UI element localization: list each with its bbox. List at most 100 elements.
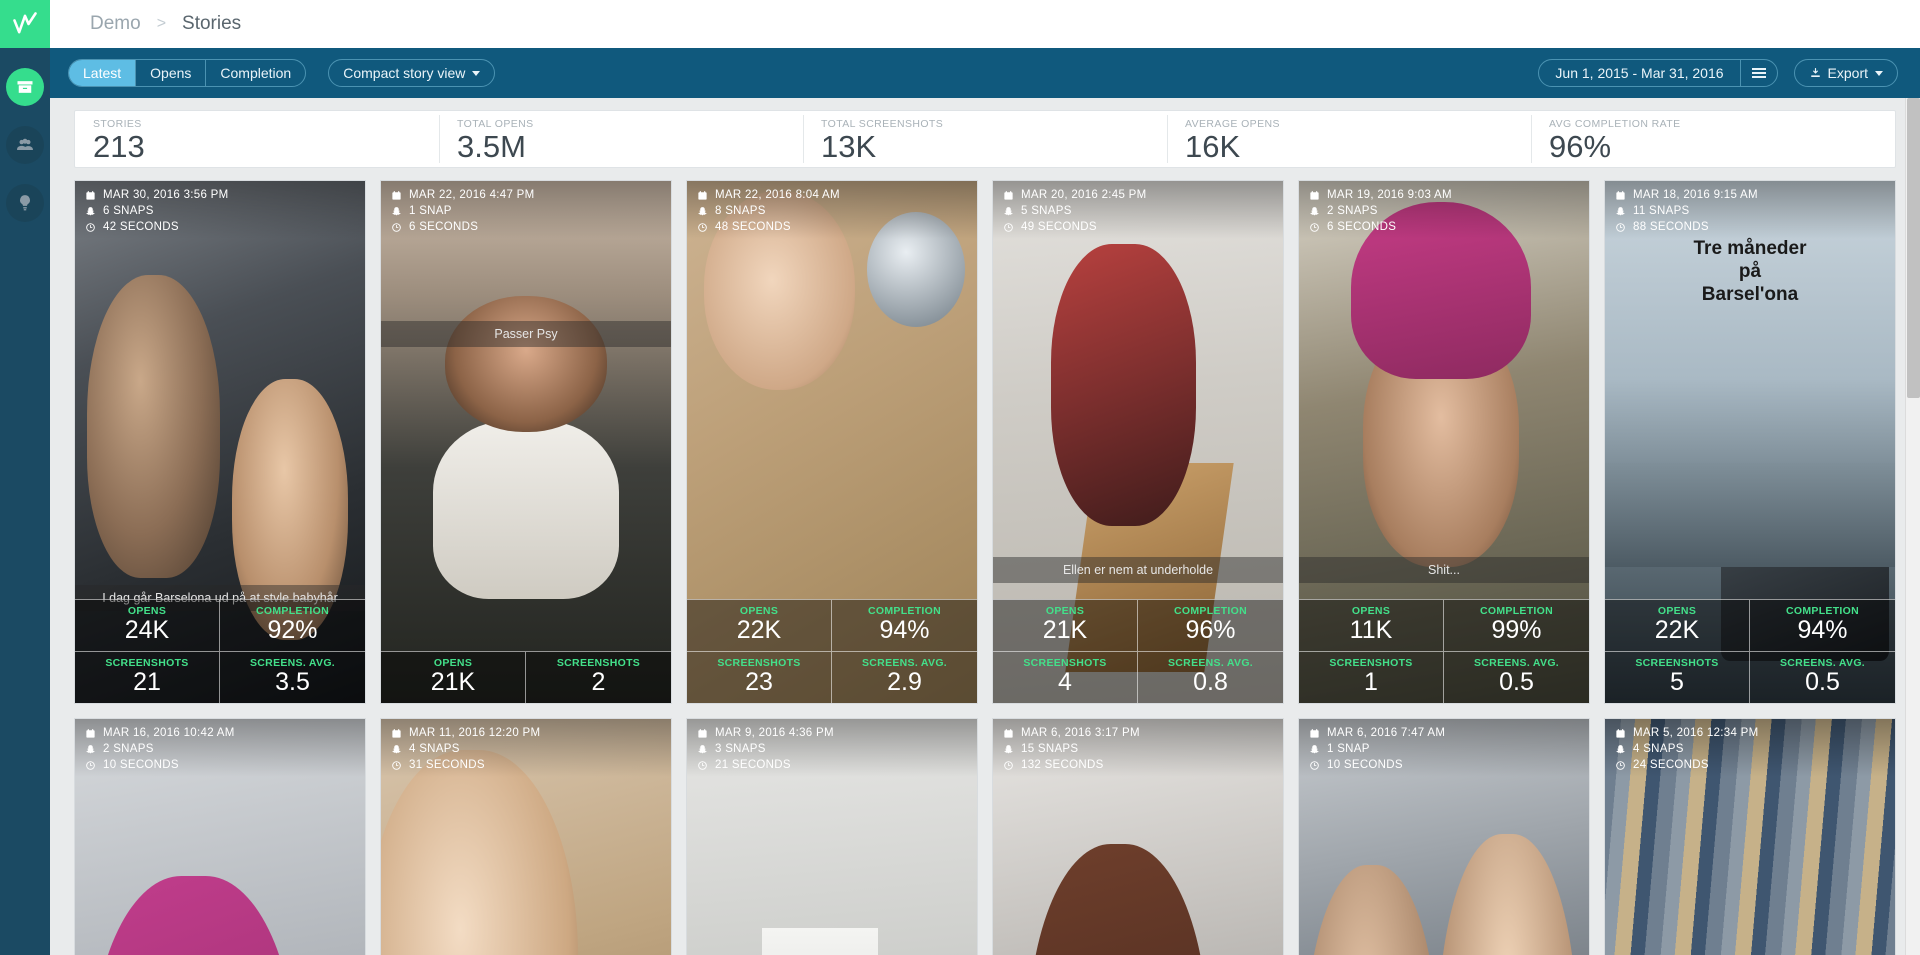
story-duration: 10 SECONDS [1327, 759, 1403, 771]
sidebar-item-archive[interactable] [6, 68, 44, 106]
clock-icon [698, 222, 707, 232]
summary-stat-value: 16K [1185, 129, 1241, 164]
calendar-icon [1616, 728, 1625, 738]
snapchat-ghost-icon [1310, 206, 1319, 215]
story-meta: MAR 9, 2016 4:36 PM 3 SNAPS 21 SECONDS [687, 719, 977, 777]
story-duration: 42 SECONDS [103, 221, 179, 233]
story-date-row: MAR 9, 2016 4:36 PM [697, 727, 967, 739]
story-card[interactable]: MAR 6, 2016 7:47 AM 1 SNAP 10 SECONDS [1298, 718, 1590, 955]
story-snaps: 3 SNAPS [715, 743, 766, 755]
story-stat-value: 22K [736, 616, 782, 644]
tab-completion[interactable]: Completion [206, 60, 305, 86]
story-meta: MAR 6, 2016 3:17 PM 15 SNAPS 132 SECONDS [993, 719, 1283, 777]
story-stat-value: 22K [1654, 616, 1700, 644]
story-duration: 10 SECONDS [103, 759, 179, 771]
story-stat-completion: COMPLETION 99% [1444, 599, 1589, 651]
vertical-scrollbar[interactable] [1905, 98, 1920, 955]
story-snaps-row: 2 SNAPS [85, 743, 355, 755]
summary-stat-value: 96% [1549, 129, 1612, 164]
story-stat-screenshots: SCREENSHOTS 2 [526, 651, 671, 703]
date-range-label[interactable]: Jun 1, 2015 - Mar 31, 2016 [1539, 65, 1739, 81]
story-meta: MAR 19, 2016 9:03 AM 2 SNAPS 6 SECONDS [1299, 181, 1589, 239]
story-duration: 88 SECONDS [1633, 221, 1709, 233]
export-button[interactable]: Export [1793, 59, 1898, 87]
story-stats: OPENS 21K SCREENSHOTS 2 [381, 651, 671, 703]
story-stat-screenshots: SCREENSHOTS 4 [993, 651, 1138, 703]
story-stat-value: 21K [430, 668, 476, 696]
story-card[interactable]: MAR 19, 2016 9:03 AM 2 SNAPS 6 SECONDS Shit… [1298, 180, 1590, 704]
download-icon [1809, 67, 1822, 80]
story-duration: 31 SECONDS [409, 759, 485, 771]
story-stat-opens: OPENS 24K [75, 599, 220, 651]
story-date: MAR 9, 2016 4:36 PM [715, 727, 834, 739]
snapchat-ghost-icon [86, 744, 95, 753]
story-card[interactable]: MAR 22, 2016 4:47 PM 1 SNAP 6 SECONDS Passe… [380, 180, 672, 704]
clock-icon [86, 760, 95, 770]
summary-stat-value: 213 [93, 129, 145, 164]
story-stat-screenshots: SCREENSHOTS 1 [1299, 651, 1444, 703]
story-card[interactable]: MAR 16, 2016 10:42 AM 2 SNAPS 10 SECONDS [74, 718, 366, 955]
story-stat-screens-avg: SCREENS. AVG. 0.5 [1750, 651, 1895, 703]
story-stat-opens: OPENS 21K [993, 599, 1138, 651]
story-card[interactable]: MAR 9, 2016 4:36 PM 3 SNAPS 21 SECONDS [686, 718, 978, 955]
story-date-row: MAR 5, 2016 12:34 PM [1615, 727, 1885, 739]
story-duration: 49 SECONDS [1021, 221, 1097, 233]
story-stat-value: 21 [133, 668, 161, 696]
story-stat-screenshots: SCREENSHOTS 5 [1605, 651, 1750, 703]
sidebar [0, 0, 50, 955]
story-card[interactable]: MAR 22, 2016 8:04 AM 8 SNAPS 48 SECONDS OPE… [686, 180, 978, 704]
calendar-icon [698, 728, 707, 738]
story-meta: MAR 22, 2016 8:04 AM 8 SNAPS 48 SECONDS [687, 181, 977, 239]
story-card[interactable]: MAR 20, 2016 2:45 PM 5 SNAPS 49 SECONDS Ell… [992, 180, 1284, 704]
clock-icon [698, 760, 707, 770]
story-snaps-row: 11 SNAPS [1615, 205, 1885, 217]
app-logo[interactable] [0, 0, 50, 48]
story-date-row: MAR 6, 2016 7:47 AM [1309, 727, 1579, 739]
story-card[interactable]: MAR 30, 2016 3:56 PM 6 SNAPS 42 SECONDS I d… [74, 180, 366, 704]
story-card[interactable]: MAR 18, 2016 9:15 AM 11 SNAPS 88 SECONDS Tr… [1604, 180, 1896, 704]
story-date-row: MAR 6, 2016 3:17 PM [1003, 727, 1273, 739]
story-duration-row: 42 SECONDS [85, 221, 355, 233]
story-stat-completion: COMPLETION 96% [1138, 599, 1283, 651]
tab-opens[interactable]: Opens [136, 60, 207, 86]
users-icon [17, 138, 33, 150]
date-range-menu-button[interactable] [1739, 60, 1777, 86]
story-stats: OPENS 11K COMPLETION 99% SCREENSHOTS 1 SCREENS… [1299, 599, 1589, 703]
story-snaps: 11 SNAPS [1633, 205, 1690, 217]
story-caption: Shit... [1299, 557, 1589, 583]
sidebar-item-audience[interactable] [6, 126, 44, 164]
story-caption: Passer Psy [381, 321, 671, 347]
story-date: MAR 18, 2016 9:15 AM [1633, 189, 1758, 201]
story-stats: OPENS 22K COMPLETION 94% SCREENSHOTS 5 SCREENS… [1605, 599, 1895, 703]
story-meta: MAR 20, 2016 2:45 PM 5 SNAPS 49 SECONDS [993, 181, 1283, 239]
story-duration: 132 SECONDS [1021, 759, 1104, 771]
story-snaps: 2 SNAPS [1327, 205, 1378, 217]
story-date: MAR 19, 2016 9:03 AM [1327, 189, 1452, 201]
story-card[interactable]: MAR 5, 2016 12:34 PM 4 SNAPS 24 SECONDS [1604, 718, 1896, 955]
story-snaps: 15 SNAPS [1021, 743, 1079, 755]
snapchat-ghost-icon [1004, 744, 1013, 753]
story-stat-completion: COMPLETION 92% [220, 599, 365, 651]
archive-icon [17, 81, 33, 93]
sidebar-item-insights[interactable] [6, 184, 44, 222]
breadcrumb-parent[interactable]: Demo [90, 13, 141, 35]
story-date: MAR 30, 2016 3:56 PM [103, 189, 229, 201]
story-duration-row: 88 SECONDS [1615, 221, 1885, 233]
view-mode-dropdown[interactable]: Compact story view [328, 59, 496, 87]
story-date-row: MAR 22, 2016 8:04 AM [697, 189, 967, 201]
story-duration-row: 6 SECONDS [391, 221, 661, 233]
story-duration-row: 21 SECONDS [697, 759, 967, 771]
story-stat-value: 21K [1042, 616, 1088, 644]
story-card[interactable]: MAR 6, 2016 3:17 PM 15 SNAPS 132 SECONDS [992, 718, 1284, 955]
snapchat-ghost-icon [1616, 744, 1625, 753]
tab-latest[interactable]: Latest [69, 60, 137, 86]
scrollbar-thumb[interactable] [1907, 98, 1920, 398]
story-stat-value: 99% [1491, 616, 1542, 644]
story-snaps: 2 SNAPS [103, 743, 154, 755]
story-duration: 48 SECONDS [715, 221, 791, 233]
story-card[interactable]: MAR 11, 2016 12:20 PM 4 SNAPS 31 SECONDS [380, 718, 672, 955]
story-duration-row: 6 SECONDS [1309, 221, 1579, 233]
story-stat-value: 2.9 [887, 668, 922, 696]
story-snaps: 5 SNAPS [1021, 205, 1072, 217]
story-thumbnail [381, 181, 671, 703]
